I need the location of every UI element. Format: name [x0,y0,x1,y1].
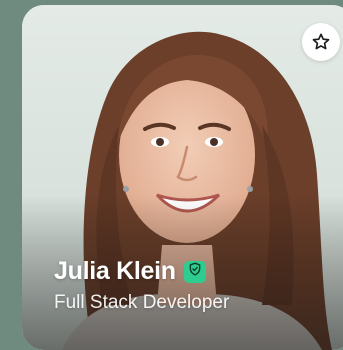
favorite-button[interactable] [302,23,340,61]
name-row: Julia Klein [54,257,206,286]
profile-name: Julia Klein [54,257,176,285]
profile-card[interactable]: Julia Klein Full Stack Developer [22,5,343,350]
profile-role: Full Stack Developer [54,292,230,313]
shield-check-icon [188,262,202,281]
verified-badge [183,260,206,283]
star-outline-icon [311,32,331,52]
